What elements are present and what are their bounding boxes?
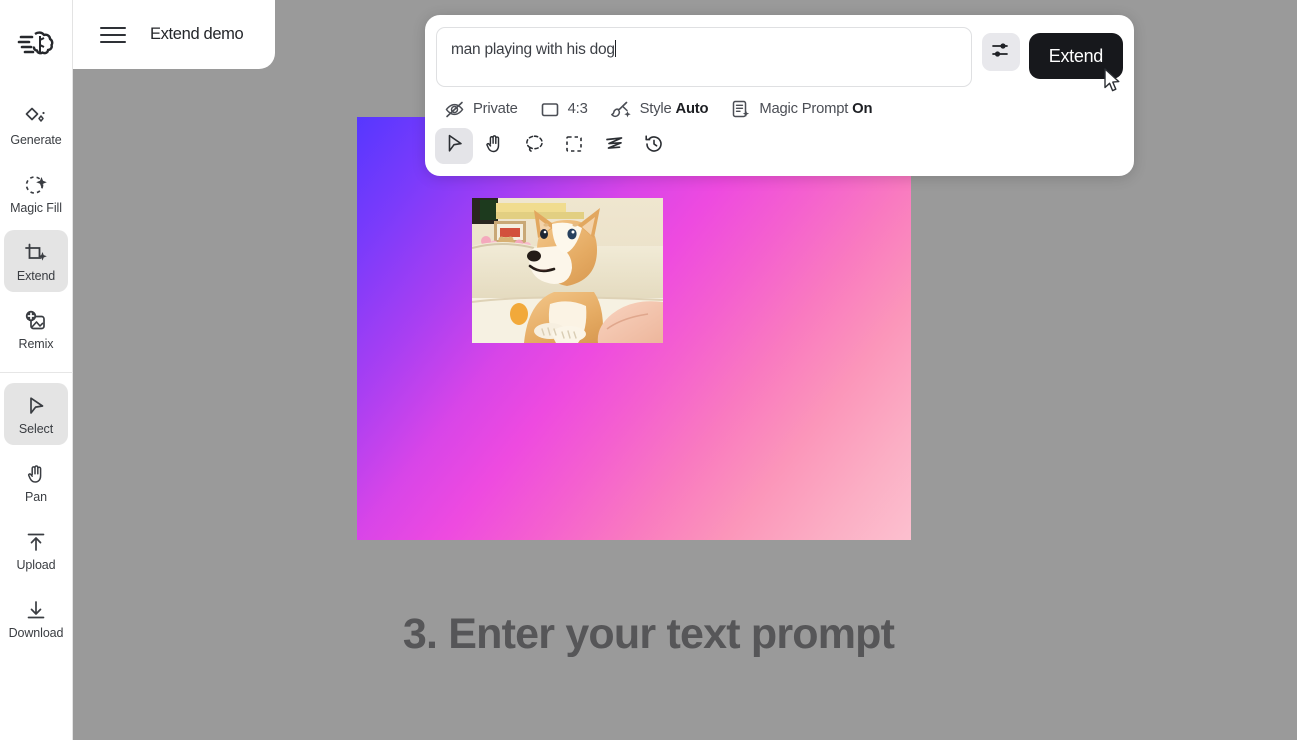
history-clock-icon [643, 133, 665, 160]
rectangle-icon [540, 101, 560, 118]
sidebar-item-pan[interactable]: Pan [4, 451, 68, 513]
sidebar-item-label: Extend [16, 268, 56, 283]
brain-speed-logo-icon [16, 24, 56, 69]
sidebar-item-label: Magic Fill [10, 200, 62, 215]
canvas-tools-row [425, 119, 1134, 164]
option-aspect-ratio-value: 4:3 [567, 101, 588, 117]
history-tool-button[interactable] [635, 128, 673, 164]
option-aspect-ratio[interactable]: 4:3 [540, 101, 588, 118]
prompt-input[interactable]: man playing with his dog [436, 27, 972, 87]
sidebar-group-modes: Generate Magic Fill Extend Remix [4, 94, 68, 366]
dashed-circle-sparkle-icon [23, 172, 49, 198]
crop-sparkle-icon [23, 240, 49, 266]
lasso-icon [523, 132, 546, 160]
option-magic-prompt-value: On [852, 101, 873, 117]
page-title: Extend demo [150, 25, 244, 43]
prompt-panel: man playing with his dog Extend Private … [425, 15, 1134, 176]
extend-submit-button[interactable]: Extend [1028, 33, 1123, 79]
upload-arrow-icon [24, 529, 48, 555]
sidebar-item-extend[interactable]: Extend [4, 230, 68, 292]
settings-button[interactable] [981, 33, 1020, 71]
prompt-options-row: Private 4:3 Style Auto Magic Prompt On [425, 87, 1134, 119]
option-visibility-label: Private [473, 101, 518, 117]
marquee-icon [563, 133, 585, 160]
hamburger-menu-icon[interactable] [100, 24, 126, 46]
text-caret [614, 40, 617, 57]
freehand-tool-button[interactable] [595, 128, 633, 164]
download-arrow-icon [24, 597, 48, 623]
image-plus-icon [23, 308, 49, 334]
sidebar-item-select[interactable]: Select [4, 383, 68, 445]
canvas-source-image[interactable] [472, 198, 663, 343]
lasso-tool-button[interactable] [515, 128, 553, 164]
prompt-input-row: man playing with his dog Extend [425, 15, 1134, 87]
hand-icon [24, 461, 48, 487]
sidebar-item-label: Remix [18, 336, 54, 351]
paintbrush-icon [610, 100, 632, 119]
sidebar: Generate Magic Fill Extend Remix Select … [0, 0, 73, 740]
select-tool-button[interactable] [435, 128, 473, 164]
sidebar-item-magic-fill[interactable]: Magic Fill [4, 162, 68, 224]
pan-tool-button[interactable] [475, 128, 513, 164]
option-style[interactable]: Style Auto [610, 100, 709, 119]
magic-document-icon [730, 99, 751, 119]
extend-button-label: Extend [1048, 45, 1104, 66]
sidebar-item-label: Pan [25, 489, 47, 504]
sidebar-item-label: Select [18, 421, 54, 436]
sidebar-item-label: Upload [16, 557, 56, 572]
option-visibility[interactable]: Private [444, 100, 518, 119]
squiggle-icon [603, 133, 626, 160]
sparkle-diamond-icon [23, 104, 49, 130]
option-magic-prompt-label: Magic Prompt On [759, 101, 873, 117]
option-style-label: Style Auto [639, 101, 709, 117]
sidebar-item-label: Generate [10, 132, 62, 147]
prompt-input-value: man playing with his dog [451, 41, 615, 58]
sidebar-group-tools: Select Pan Upload Download [4, 383, 68, 655]
sidebar-item-download[interactable]: Download [4, 587, 68, 649]
hand-icon [483, 132, 505, 160]
app-logo[interactable] [0, 0, 72, 92]
sidebar-item-upload[interactable]: Upload [4, 519, 68, 581]
cursor-arrow-icon [24, 393, 48, 419]
caption-text: 3. Enter your text prompt [402, 610, 895, 658]
option-style-value: Auto [675, 101, 709, 117]
marquee-tool-button[interactable] [555, 128, 593, 164]
sliders-icon [990, 39, 1012, 66]
eye-slash-icon [444, 100, 465, 119]
sidebar-item-remix[interactable]: Remix [4, 298, 68, 360]
sidebar-divider [0, 372, 73, 373]
cursor-arrow-icon [443, 132, 466, 160]
sidebar-item-generate[interactable]: Generate [4, 94, 68, 156]
titlebar: Extend demo [73, 0, 275, 69]
option-magic-prompt[interactable]: Magic Prompt On [730, 99, 872, 119]
sidebar-item-label: Download [8, 625, 64, 640]
